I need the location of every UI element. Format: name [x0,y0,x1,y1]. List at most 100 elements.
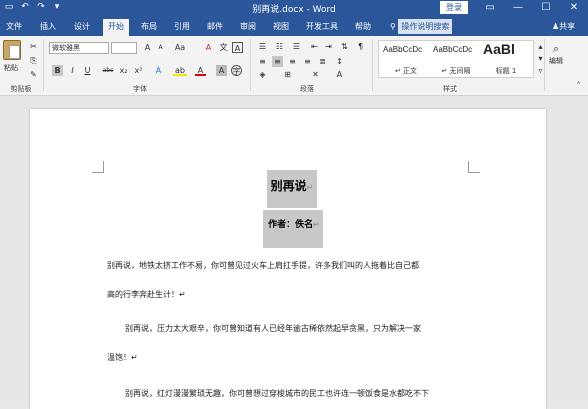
bullets-icon[interactable]: ☰ [257,41,268,52]
collapse-ribbon-icon[interactable]: ˄ [573,80,584,91]
style-preview: AaBl [483,41,515,57]
character-border-button[interactable]: A [232,42,243,53]
paragraph-line[interactable]: 别再说，压力太大艰辛，你可曾知道有人已经年逾古稀依然起早贪黑，只为解决一家 [125,323,485,334]
font-size-box[interactable] [111,42,137,54]
paragraph-group-label: 段落 [300,85,314,93]
document-title-text: 别再说 [270,179,307,193]
separator [544,39,545,91]
margin-mark-top-left [92,161,104,173]
subscript-button[interactable]: x₂ [118,65,129,76]
separator [43,39,44,91]
margin-mark-top-right [468,161,480,173]
align-right-icon[interactable]: ≡ [287,56,298,67]
paragraph-line[interactable]: 温饱！↵ [107,352,467,363]
paragraph-line[interactable]: 别再说，红灯漫漫繁琐无趣，你可曾想过穿梭城市的民工也许连一顿饭食是水都吃不下 [125,388,485,399]
format-painter-icon[interactable]: ✎ [28,69,39,80]
increase-indent-icon[interactable]: ⇥ [323,41,334,52]
style-no-spacing[interactable]: AaBbCcDc ↵ 无间隔 [431,41,481,77]
clear-formatting-button[interactable]: A [203,42,214,53]
multilevel-list-icon[interactable]: ☰ [291,41,302,52]
paste-icon[interactable] [3,40,21,60]
share-button[interactable]: ♟共享 [552,19,575,34]
underline-button[interactable]: U [82,65,93,76]
italic-button[interactable]: I [67,65,78,76]
find-icon: ⌕ [552,42,560,55]
tell-me-search[interactable]: ⚲ 操作说明搜索 [390,19,453,34]
tab-home[interactable]: 开始 [103,19,129,36]
strikethrough-button[interactable]: abc [101,65,115,76]
superscript-button[interactable]: x² [133,65,144,76]
ribbon-tabs: 文件 插入 设计 开始 布局 引用 邮件 审阅 视图 开发工具 帮助 ⚲ 操作说… [0,16,588,36]
style-heading-1[interactable]: AaBl 标题 1 [481,41,531,77]
phonetic-guide-button[interactable]: 文 [218,42,229,53]
text-effects-button[interactable]: A [153,65,164,76]
chinese-layout-icon[interactable]: ✕ [310,69,321,80]
tab-design[interactable]: 设计 [70,19,94,36]
bold-button[interactable]: B [52,65,63,76]
document-author[interactable]: 作者：佚名↵ [263,217,325,230]
paragraph-line[interactable]: 高的行李奔赴生计！↵ [107,289,467,300]
paragraph-mark-icon: ↵ [313,220,320,229]
align-center-icon[interactable]: ≡ [272,56,283,67]
tab-insert[interactable]: 插入 [36,19,60,36]
tab-file[interactable]: 文件 [2,19,26,36]
shading-icon[interactable]: ◈ [257,69,268,80]
document-area: 别再说↵ 作者：佚名↵ 别再说，地铁太挤工作不易，你可曾见过火车上肩扛手提，许多… [0,97,588,409]
editing-group[interactable]: ⌕ 编辑 [546,42,566,72]
document-page[interactable]: 别再说↵ 作者：佚名↵ 别再说，地铁太挤工作不易，你可曾见过火车上肩扛手提，许多… [30,109,546,409]
change-case-button[interactable]: Aa [172,42,188,53]
justify-icon[interactable]: ≡ [302,56,313,67]
document-title[interactable]: 别再说↵ [267,177,317,194]
tab-references[interactable]: 引用 [170,19,194,36]
style-preview: AaBbCcDc [433,45,473,54]
asian-layout-icon[interactable]: A [334,69,345,80]
tell-me-input[interactable]: 操作说明搜索 [398,19,453,34]
minimize-button[interactable]: — [506,0,530,16]
style-name: 标题 1 [495,67,517,75]
share-label: 共享 [559,22,576,31]
show-marks-icon[interactable]: ¶ [355,41,366,52]
ribbon-display-options-button[interactable]: ▭ [478,0,502,16]
tab-layout[interactable]: 布局 [137,19,161,36]
close-button[interactable]: ✕ [562,0,586,16]
style-name: ↵ 无间隔 [441,67,471,75]
line-spacing-icon[interactable]: ↕ [334,56,345,67]
title-bar: ▭ ↶ ↷ ▾ 别再说.docx - Word 登录 ▭ — ☐ ✕ [0,0,588,16]
tab-help[interactable]: 帮助 [351,19,375,36]
editing-label: 编辑 [549,57,563,65]
style-preview: AaBbCcDc [383,45,423,54]
style-name: ↵ 正文 [394,67,418,75]
font-group-label: 字体 [133,85,147,93]
lightbulb-icon: ⚲ [390,22,396,31]
document-author-text: 作者：佚名 [268,220,314,230]
clipboard-group-label: 剪贴板 [10,85,32,93]
styles-gallery: AaBbCcDc ↵ 正文 AaBbCcDc ↵ 无间隔 AaBl 标题 1 [378,40,534,78]
tab-view[interactable]: 视图 [269,19,293,36]
style-normal[interactable]: AaBbCcDc ↵ 正文 [381,41,431,77]
decrease-indent-icon[interactable]: ⇤ [309,41,320,52]
paragraph-line[interactable]: 别再说，地铁太挤工作不易，你可曾见过火车上肩扛手提，许多我们叫的人拖着比自己都 [107,260,467,271]
cut-icon[interactable]: ✂ [28,41,39,52]
enclose-characters-button[interactable]: 字 [231,65,242,76]
highlight-button[interactable]: ab [173,65,187,76]
grow-font-button[interactable]: A [142,42,153,53]
align-left-icon[interactable]: ≡ [257,56,268,67]
login-button[interactable]: 登录 [440,1,468,14]
font-color-button[interactable]: A [195,65,206,76]
font-name-box[interactable]: 微软雅黑 [49,42,109,54]
character-shading-button[interactable]: A [216,65,227,76]
borders-icon[interactable]: ⊞ [282,69,293,80]
ribbon-home: 粘贴 ✂ ⎘ ✎ 剪贴板 微软雅黑 A A Aa A 文 A B I U abc… [0,36,588,96]
numbering-icon[interactable]: ☷ [274,41,285,52]
tab-mailings[interactable]: 邮件 [203,19,227,36]
paste-label[interactable]: 粘贴 [4,63,18,73]
maximize-button[interactable]: ☐ [534,0,558,16]
shrink-font-button[interactable]: A [155,42,166,53]
tab-review[interactable]: 审阅 [236,19,260,36]
separator [372,39,373,91]
tab-developer[interactable]: 开发工具 [302,19,342,36]
copy-icon[interactable]: ⎘ [28,55,39,66]
styles-group-label: 样式 [443,85,457,93]
distributed-icon[interactable]: ≣ [317,56,328,67]
sort-icon[interactable]: ⇅ [339,41,350,52]
